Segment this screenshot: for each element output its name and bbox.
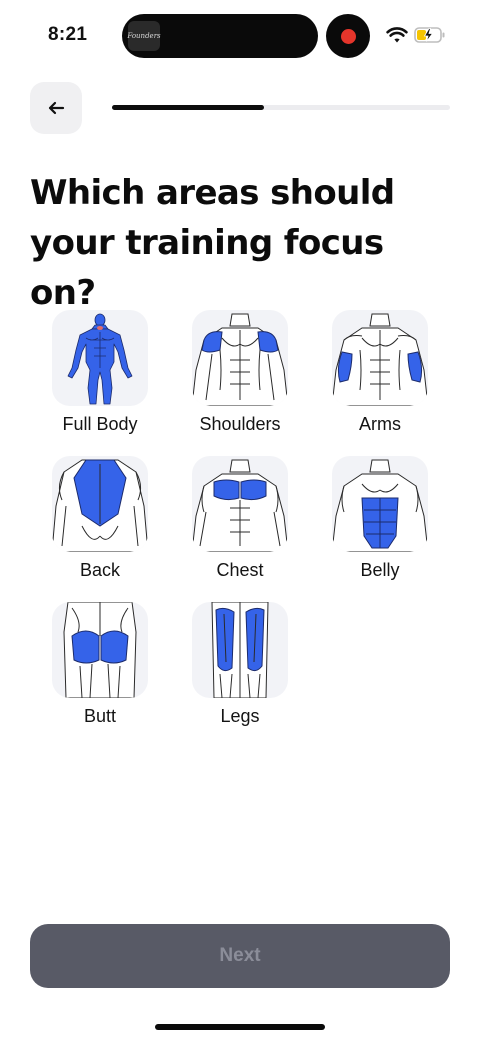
area-option-back[interactable]: Back [50,456,150,586]
area-tile [52,310,148,406]
area-option-arms[interactable]: Arms [330,310,430,440]
area-tile [192,456,288,552]
battery-charging-icon [414,27,445,43]
focus-area-grid: Full Body Shoulders Arms Back Chest Bell… [50,310,430,732]
arms-icon [332,313,428,406]
belly-icon [332,459,428,552]
area-label: Arms [359,414,401,434]
next-button[interactable]: Next [30,924,450,988]
back-button[interactable] [30,82,82,134]
legs-icon [211,602,269,698]
area-tile [52,456,148,552]
area-tile [332,310,428,406]
area-option-full-body[interactable]: Full Body [50,310,150,440]
area-option-butt[interactable]: Butt [50,602,150,732]
area-label: Legs [220,706,260,726]
dynamic-island: Founders [122,14,318,58]
area-label: Shoulders [199,414,281,434]
area-tile [332,456,428,552]
island-thumbnail: Founders [127,21,161,51]
area-label: Chest [216,560,264,580]
area-label: Full Body [62,414,138,434]
back-icon [52,459,148,552]
screen-recording-indicator [326,14,370,58]
page-title: Which areas should your training focus o… [30,173,395,313]
shoulders-icon [192,313,288,406]
progress-fill [112,105,265,110]
area-label: Butt [83,706,117,726]
full-body-icon [67,313,133,405]
arrow-left-icon [48,101,65,115]
area-option-belly[interactable]: Belly [330,456,430,586]
area-tile [192,602,288,698]
butt-icon [63,602,137,698]
area-option-chest[interactable]: Chest [190,456,290,586]
wifi-icon [386,27,408,43]
status-time: 8:21 [48,24,88,45]
area-option-legs[interactable]: Legs [190,602,290,732]
area-label: Belly [360,560,400,580]
home-indicator[interactable] [155,1024,325,1030]
area-label: Back [79,560,121,580]
chest-icon [192,459,288,552]
status-bar: 8:21 Founders [0,0,480,70]
area-tile [192,310,288,406]
area-option-shoulders[interactable]: Shoulders [190,310,290,440]
progress-bar [112,105,450,110]
record-icon [340,28,356,44]
area-tile [52,602,148,698]
